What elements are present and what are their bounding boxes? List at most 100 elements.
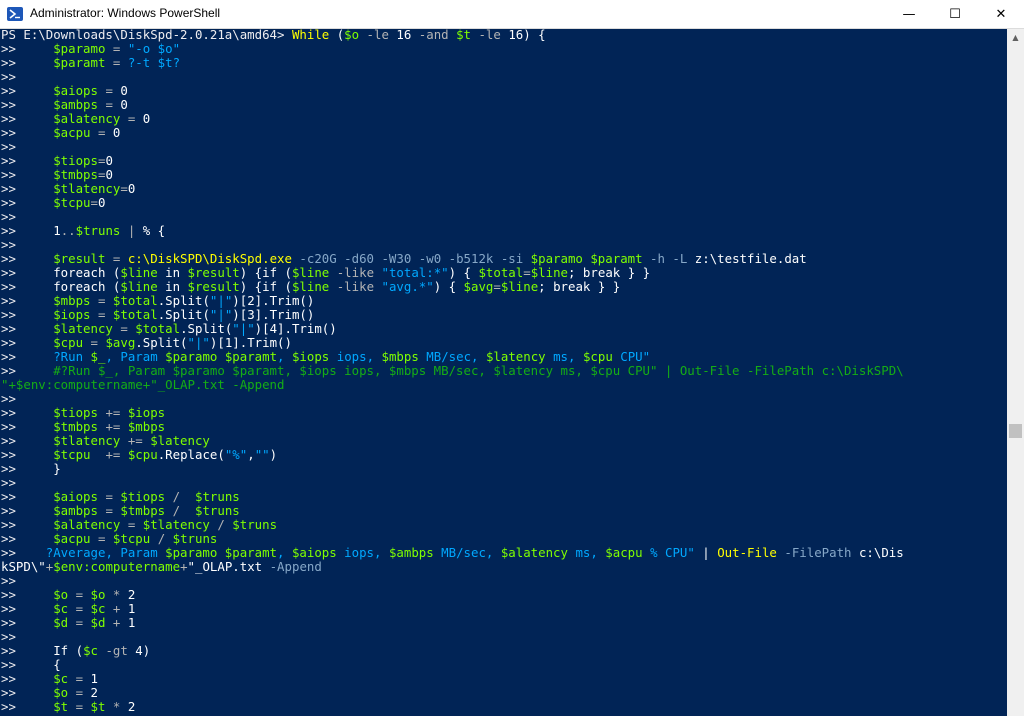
console-token: )[3].Trim() xyxy=(232,307,315,322)
console-token: += xyxy=(97,405,128,420)
console-token: >> xyxy=(1,335,54,350)
console-token: -like xyxy=(329,279,382,294)
console-token: % { xyxy=(142,223,166,238)
console-token: "|" xyxy=(187,335,210,350)
console-token: $t xyxy=(456,29,472,42)
console-token: >> xyxy=(1,307,54,322)
console-line: >> foreach ($line in $result) {if ($line… xyxy=(1,280,904,294)
console-output[interactable]: PS E:\Downloads\DiskSpd-2.0.21a\amd64> W… xyxy=(0,29,1007,716)
console-token: >> xyxy=(1,111,54,126)
console-token: 1 xyxy=(90,671,98,686)
console-token: 4) xyxy=(135,643,151,658)
console-token: = xyxy=(97,503,121,518)
title-bar[interactable]: Administrator: Windows PowerShell — ☐ ✕ xyxy=(0,0,1024,29)
console-token: in xyxy=(157,279,188,294)
console-token: = xyxy=(120,181,128,196)
console-token: + xyxy=(105,615,128,630)
console-token: "-o $o" xyxy=(127,41,181,56)
console-token: .. xyxy=(60,223,76,238)
console-token: = xyxy=(105,41,128,56)
console-token: "|" xyxy=(209,293,233,308)
console-token: $c xyxy=(90,601,106,616)
console-token: >> xyxy=(1,685,54,700)
console-token: >> xyxy=(1,629,16,644)
console-token: 2 xyxy=(90,685,98,700)
console-token: $mbps xyxy=(53,293,91,308)
console-line: >> xyxy=(1,476,904,490)
scroll-up-button[interactable]: ▲ xyxy=(1007,29,1024,46)
console-token: >> xyxy=(1,447,54,462)
console-token: } xyxy=(53,461,61,476)
console-token: Out-File xyxy=(717,545,777,560)
console-token: .Split( xyxy=(157,307,210,322)
console-line: >> $t = $t * 2 xyxy=(1,700,904,714)
console-token: $truns xyxy=(172,531,218,546)
console-token: ; break } } xyxy=(568,265,651,280)
console-token: ( xyxy=(329,29,345,42)
console-line: >> 1..$truns | % { xyxy=(1,224,904,238)
vertical-scrollbar[interactable]: ▲ xyxy=(1007,29,1024,716)
console-token: = xyxy=(120,111,143,126)
console-token: >> xyxy=(1,181,54,196)
console-token: 0 xyxy=(142,111,151,126)
console-token: $o xyxy=(53,685,69,700)
console-token: >> xyxy=(1,349,54,364)
console-token: $truns xyxy=(194,489,240,504)
console-token: >> xyxy=(1,475,16,490)
console-line: >> $ambps = 0 xyxy=(1,98,904,112)
console-token: )[1].Trim() xyxy=(209,335,292,350)
console-token: = xyxy=(90,125,113,140)
console-token: = xyxy=(90,531,113,546)
console-token: $latency xyxy=(53,321,113,336)
console-token: in xyxy=(157,265,188,280)
console-line: >> $d = $d + 1 xyxy=(1,616,904,630)
console-token: -gt xyxy=(97,643,136,658)
console-token: $avg xyxy=(105,335,136,350)
console-line: >> $alatency = 0 xyxy=(1,112,904,126)
console-token: >> xyxy=(1,503,54,518)
console-line: >> $o = $o * 2 xyxy=(1,588,904,602)
console-token: MB/sec, xyxy=(418,349,486,364)
console-token: kSPD\" xyxy=(1,559,46,574)
console-token: $paramo xyxy=(53,41,106,56)
console-token: ) { xyxy=(448,265,479,280)
console-line: >> ?Average, Param $paramo $paramt, $aio… xyxy=(1,546,904,560)
console-token: / xyxy=(165,503,195,518)
console-token: .Replace( xyxy=(157,447,225,462)
console-token: .Split( xyxy=(135,335,188,350)
console-token: $acpu xyxy=(605,545,643,560)
console-token: $tiops xyxy=(53,405,98,420)
console-token: 16 xyxy=(396,29,412,42)
console-token: $tcpu xyxy=(112,531,151,546)
console-token: = xyxy=(105,55,128,70)
console-token: $tiops xyxy=(53,153,98,168)
console-token: = xyxy=(68,587,91,602)
console-token: While xyxy=(291,29,330,42)
console-token: >> xyxy=(1,167,54,182)
console-token: 16) { xyxy=(508,29,546,42)
console-token: $acpu xyxy=(53,125,91,140)
console-token: = xyxy=(68,685,91,700)
console-token: 2 xyxy=(127,699,136,714)
scroll-thumb[interactable] xyxy=(1009,424,1022,438)
minimize-button[interactable]: — xyxy=(886,0,932,29)
console-token: ) { xyxy=(433,279,464,294)
console-token: + xyxy=(180,559,188,574)
console-token: "|" xyxy=(232,321,255,336)
maximize-button[interactable]: ☐ xyxy=(932,0,978,29)
console-token: $line xyxy=(291,265,330,280)
console-token: -le xyxy=(359,29,397,42)
close-button[interactable]: ✕ xyxy=(978,0,1024,29)
console-token: -c20G -d60 -W30 -w0 -b512k -si xyxy=(291,251,531,266)
console-token: $paramo $paramt xyxy=(165,545,278,560)
console-line: >> xyxy=(1,70,904,84)
console-token: $total xyxy=(112,307,158,322)
console-line: >> $result = c:\DiskSPD\DiskSpd.exe -c20… xyxy=(1,252,904,266)
console-token: >> xyxy=(1,433,54,448)
console-token: $total xyxy=(478,265,524,280)
console-token: $iops xyxy=(53,307,91,322)
console-token: $tlatency xyxy=(53,181,121,196)
console-line: >> xyxy=(1,238,904,252)
console-token: { xyxy=(53,657,61,672)
console-token: 0 xyxy=(112,125,121,140)
